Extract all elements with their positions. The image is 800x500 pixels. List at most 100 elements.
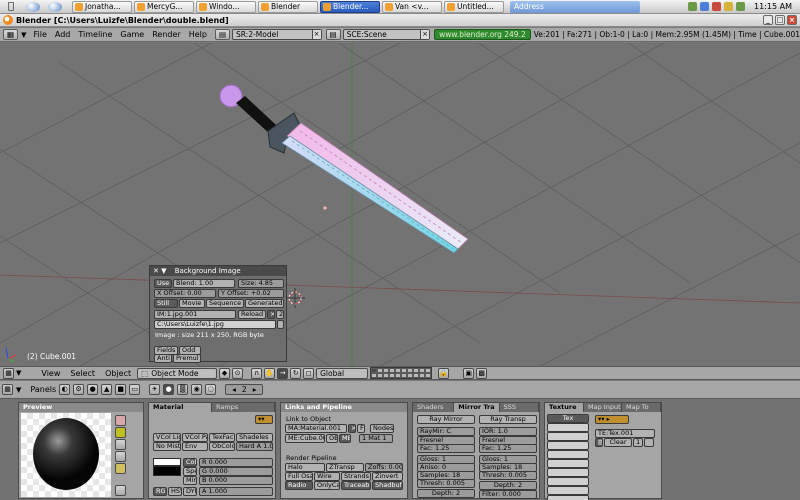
tab-map-input[interactable]: Map Input <box>584 403 622 412</box>
texture-channel-7[interactable] <box>547 468 589 477</box>
menu-view[interactable]: View <box>37 369 64 378</box>
snap-magnet-icon[interactable]: ∩ <box>251 367 263 379</box>
bg-file-path[interactable]: C:\Users\Luizfe\1.jpg <box>154 320 276 329</box>
script-context-icon[interactable]: ⚙ <box>73 384 85 395</box>
bg-tab-still[interactable]: Still <box>154 299 178 308</box>
spe-button[interactable]: Spe <box>183 467 197 476</box>
vcol-paint-toggle[interactable]: VCol Pai <box>182 433 208 442</box>
scene-browse-button[interactable]: ▤ <box>325 29 341 40</box>
editor-type-button[interactable]: ▦ <box>3 367 14 379</box>
manipulator-hand-icon[interactable]: ✋ <box>264 367 276 379</box>
preview-refresh-icon[interactable] <box>115 485 126 496</box>
mirror-depth-field[interactable]: Depth: 2 <box>417 489 475 498</box>
material-index-field[interactable]: 1 Mat 1 <box>359 434 393 443</box>
material-unlink-icon[interactable]: × <box>348 424 356 433</box>
tab-sss[interactable]: SSS <box>499 403 539 412</box>
tab-shaders[interactable]: Shaders <box>413 403 455 412</box>
texture-channel-1[interactable]: Tex <box>547 414 589 423</box>
taskbar-task[interactable]: Blender... <box>320 0 380 13</box>
lock-layers-icon[interactable]: 🔒 <box>438 367 450 379</box>
halo-hard-field[interactable]: Hard A 1.00 <box>236 442 273 451</box>
col-button[interactable]: Col <box>183 458 197 467</box>
link-ob-button[interactable]: OB <box>326 434 338 443</box>
preview-cube-icon[interactable] <box>115 439 126 450</box>
buttons-collapse-icon[interactable]: ▼ <box>16 386 21 394</box>
bg-size-field[interactable]: Size: 4.85 <box>238 279 284 288</box>
transp-depth-field[interactable]: Depth: 2 <box>479 481 537 490</box>
3d-cursor[interactable] <box>285 288 305 308</box>
shading-context-icon[interactable]: ● <box>87 384 99 395</box>
texture-channel-6[interactable] <box>547 459 589 468</box>
scene-select-field[interactable]: SCE:Scene × <box>342 29 431 40</box>
taskbar-task[interactable]: Blender <box>258 0 318 13</box>
minimize-button[interactable]: _ <box>763 15 773 25</box>
wire-toggle[interactable]: Wire <box>314 472 340 481</box>
env-toggle[interactable]: Env <box>182 442 208 451</box>
panels-label[interactable]: Panels <box>30 385 56 394</box>
menu-timeline[interactable]: Timeline <box>74 30 116 39</box>
mirror-thresh-field[interactable]: Thresh: 0.005 <box>417 479 475 488</box>
frame-increment-icon[interactable]: ▸ <box>253 385 257 394</box>
nodes-toggle[interactable]: Nodes <box>370 424 394 433</box>
color-mode-hsv[interactable]: HSV <box>168 487 182 496</box>
tab-material[interactable]: Material <box>149 403 212 412</box>
logic-context-icon[interactable]: ◐ <box>59 384 71 395</box>
lamp-subcontext-icon[interactable]: ☀ <box>149 384 161 395</box>
zinvert-toggle[interactable]: Zinvert <box>372 472 403 481</box>
layer-button[interactable] <box>425 373 432 378</box>
tab-texture[interactable]: Texture <box>545 403 584 412</box>
apple-icon[interactable]:  <box>0 1 22 12</box>
bg-panel-header[interactable]: ✕ ▼ Background Image <box>150 266 286 276</box>
menu-select[interactable]: Select <box>66 369 99 378</box>
green-slider[interactable]: G 0.000 <box>199 467 273 476</box>
texture-channel-4[interactable] <box>547 441 589 450</box>
bg-use-toggle[interactable]: Use <box>154 279 172 288</box>
object-context-icon[interactable]: ▲ <box>101 384 113 395</box>
blender-url[interactable]: www.blender.org 249.2 <box>434 29 531 40</box>
texture-clear-button[interactable]: Clear <box>604 438 632 447</box>
pivot-button[interactable]: ⊙ <box>232 367 244 379</box>
shadeless-toggle[interactable]: Shadeles <box>236 433 273 442</box>
screen-select-field[interactable]: SR:2-Model × <box>232 29 322 40</box>
bg-panel-close-icon[interactable]: ✕ ▼ <box>153 267 166 275</box>
translate-manip-icon[interactable]: → <box>277 367 289 379</box>
render-icon[interactable]: ▣ <box>463 367 475 379</box>
traceable-toggle[interactable]: Traceable <box>341 481 371 490</box>
texture-channel-5[interactable] <box>547 450 589 459</box>
window-type-button[interactable]: ▦ <box>3 29 19 40</box>
rotate-manip-icon[interactable]: ↻ <box>290 367 302 379</box>
scale-manip-icon[interactable]: ◻ <box>303 367 315 379</box>
editing-context-icon[interactable]: ■ <box>115 384 127 395</box>
bg-reload-button[interactable]: Reload <box>238 310 266 319</box>
mesh-link-field[interactable]: ME:Cube.001 <box>285 434 325 443</box>
view-collapse-icon[interactable]: ▼ <box>16 369 21 377</box>
strands-toggle[interactable]: Strands <box>341 472 371 481</box>
taskbar-task[interactable]: Jonatha... <box>72 0 132 13</box>
collapse-menu-icon[interactable]: ▼ <box>21 31 26 39</box>
tab-map-to[interactable]: Map To <box>622 403 661 412</box>
texture-fake-user-icon[interactable] <box>644 438 654 447</box>
tray-volume-icon[interactable] <box>724 2 734 11</box>
dock-finder-icon[interactable] <box>48 1 62 12</box>
mode-select[interactable]: ⬚ Object Mode <box>137 367 218 379</box>
world-subcontext-icon[interactable]: ◌ <box>205 384 217 395</box>
ior-slider[interactable]: IOR: 1.0 <box>479 427 537 436</box>
background-image-panel[interactable]: ✕ ▼ Background Image Use Blend: 1.00 Siz… <box>149 265 287 363</box>
taskbar-task[interactable]: Van <v... <box>382 0 442 13</box>
preview-hair-icon[interactable] <box>115 463 126 474</box>
scene-delete-icon[interactable]: × <box>420 30 430 39</box>
bg-anti-toggle[interactable]: Anti <box>154 354 172 363</box>
bg-image-browse[interactable]: IM:1.jpg.001 <box>154 310 236 319</box>
address-bar[interactable]: Address <box>510 0 640 13</box>
ztransp-toggle[interactable]: ZTransp <box>326 463 364 472</box>
material-subcontext-icon[interactable]: ● <box>163 384 175 395</box>
bg-tab-movie[interactable]: Movie <box>179 299 205 308</box>
bg-y-offset-field[interactable]: Y Offset: +0.02 <box>218 289 284 298</box>
raymir-slider[interactable]: RayMir: C <box>417 427 475 436</box>
tray-battery-icon[interactable] <box>736 2 746 11</box>
red-slider[interactable]: R 0.000 <box>199 458 273 467</box>
frame-decrement-icon[interactable]: ◂ <box>232 385 236 394</box>
bg-blend-slider[interactable]: Blend: 1.00 <box>173 279 235 288</box>
tab-mirror-transp[interactable]: Mirror Tra <box>454 403 500 412</box>
maximize-button[interactable]: □ <box>775 15 785 25</box>
